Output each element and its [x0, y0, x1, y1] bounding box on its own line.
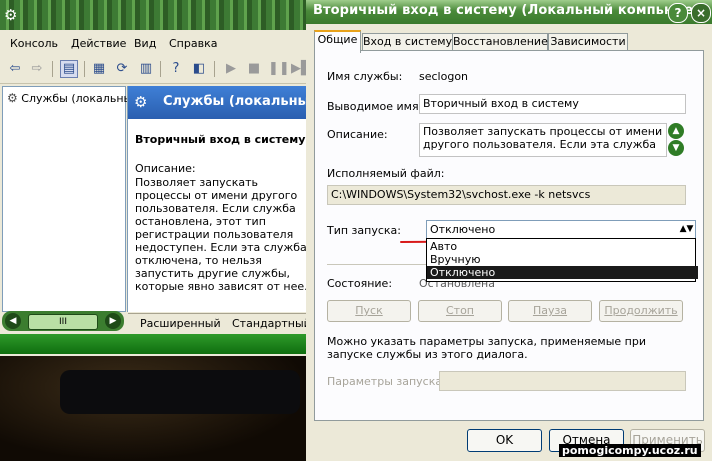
close-button[interactable]: ×: [691, 3, 711, 23]
selected-service-name: Вторичный вход в систему: [135, 133, 306, 146]
display-name-field[interactable]: Вторичный вход в систему: [419, 94, 686, 114]
startup-type-list: Авто Вручную Отключено: [426, 238, 698, 282]
start-params-hint: Можно указать параметры запуска, применя…: [327, 335, 646, 361]
scroll-right-icon[interactable]: ▶: [105, 313, 121, 329]
tab-recovery[interactable]: Восстановление: [452, 33, 548, 51]
service-name-label: Имя службы:: [327, 70, 403, 83]
forward-arrow-icon[interactable]: ⇨: [28, 60, 46, 78]
dialog-titlebar[interactable]: Вторичный вход в систему (Локальный комп…: [306, 0, 712, 24]
start-params-label: Параметры запуска:: [327, 375, 446, 388]
tab-extended[interactable]: Расширенный: [140, 317, 221, 330]
executable-path-field: C:\WINDOWS\System32\svchost.exe -k netsv…: [327, 185, 686, 205]
scroll-thumb[interactable]: III: [28, 314, 98, 330]
menu-help[interactable]: Справка: [169, 37, 217, 50]
pause-button[interactable]: Пауза: [508, 300, 592, 322]
toolbar-separator: [52, 61, 53, 77]
gear-icon: ⚙: [4, 6, 18, 24]
console-tree-pane: ⚙ Службы (локальные: [2, 86, 139, 312]
stop-icon[interactable]: ■: [245, 60, 263, 78]
dialog-title: Вторичный вход в систему (Локальный комп…: [313, 3, 712, 18]
site-watermark: pomogicompy.ucoz.ru: [559, 444, 701, 457]
services-console-window: ⚙ Консоль Действие Вид Справка ⇦ ⇨ ▤ ▦ ⟳…: [0, 0, 310, 356]
services-detail-pane: ⚙ Службы (локальные) Вторичный вход в си…: [127, 86, 310, 312]
toolbar-separator: [214, 61, 215, 77]
horizontal-scrollbar[interactable]: ◀ III ▶: [2, 311, 124, 331]
console-titlebar[interactable]: ⚙: [0, 0, 310, 30]
console-status-bar: [0, 334, 310, 354]
console-toolbar: ⇦ ⇨ ▤ ▦ ⟳ ▥ ? ◧ ▶ ■ ❚❚ ▶▌: [0, 57, 310, 84]
startup-type-select[interactable]: Отключено ▲▼: [426, 220, 696, 240]
state-label: Состояние:: [327, 277, 393, 290]
display-name-label: Выводимое имя:: [327, 100, 423, 113]
properties-icon[interactable]: ▦: [90, 60, 108, 78]
option-manual[interactable]: Вручную: [427, 253, 698, 266]
option-auto[interactable]: Авто: [427, 240, 698, 253]
ok-button[interactable]: OK: [467, 429, 542, 452]
back-arrow-icon[interactable]: ⇦: [6, 60, 24, 78]
menu-console[interactable]: Консоль: [10, 37, 58, 50]
gears-icon: ⚙: [134, 93, 148, 111]
menu-action[interactable]: Действие: [71, 37, 126, 50]
dropdown-arrow-icon[interactable]: ▲▼: [679, 222, 694, 236]
console-tree-toggle-icon[interactable]: ▤: [60, 60, 78, 78]
tab-logon[interactable]: Вход в систему: [362, 33, 453, 51]
toolbar-separator: [160, 61, 161, 77]
gears-icon: ⚙: [7, 91, 18, 105]
tab-standard[interactable]: Стандартный: [232, 317, 310, 330]
service-properties-dialog: Вторичный вход в систему (Локальный комп…: [306, 0, 712, 461]
description-field[interactable]: Позволяет запускать процессы от имени др…: [419, 123, 667, 157]
help-button[interactable]: ?: [668, 3, 688, 23]
service-name-value: seclogon: [419, 70, 469, 83]
start-button[interactable]: Пуск: [327, 300, 411, 322]
refresh-icon[interactable]: ⟳: [113, 60, 131, 78]
tab-general[interactable]: Общие: [314, 30, 361, 53]
startup-type-label: Тип запуска:: [327, 224, 401, 237]
scroll-down-icon[interactable]: ▼: [668, 140, 684, 156]
tab-dependencies[interactable]: Зависимости: [548, 33, 628, 51]
console-menubar: Консоль Действие Вид Справка: [0, 34, 310, 54]
toolbar-separator: [84, 61, 85, 77]
description-text: Позволяет запускать процессы от имени др…: [135, 176, 308, 293]
tree-item-services[interactable]: ⚙ Службы (локальные: [7, 91, 139, 105]
startup-type-value: Отключено: [430, 223, 496, 236]
stop-button[interactable]: Стоп: [418, 300, 502, 322]
tree-item-label: Службы (локальные: [21, 92, 139, 105]
general-tab-panel: Имя службы: seclogon Выводимое имя: Втор…: [314, 50, 704, 421]
menu-view[interactable]: Вид: [134, 37, 156, 50]
action-pane-icon[interactable]: ◧: [190, 60, 208, 78]
desktop-background: [0, 356, 310, 461]
detail-header-title: Службы (локальные): [163, 94, 310, 109]
export-list-icon[interactable]: ▥: [137, 60, 155, 78]
help-icon[interactable]: ?: [167, 60, 185, 78]
play-icon[interactable]: ▶: [222, 60, 240, 78]
option-disabled[interactable]: Отключено: [427, 266, 698, 279]
detail-header: ⚙ Службы (локальные): [128, 86, 310, 119]
start-params-field[interactable]: [439, 371, 686, 391]
description-label: Описание:: [135, 162, 196, 175]
scroll-up-icon[interactable]: ▲: [668, 123, 684, 139]
pause-icon[interactable]: ❚❚: [268, 60, 290, 78]
description-label: Описание:: [327, 128, 388, 141]
view-tabs: Расширенный Стандартный: [128, 313, 310, 334]
desktop-decoration: [60, 370, 300, 414]
executable-label: Исполняемый файл:: [327, 167, 445, 180]
resume-button[interactable]: Продолжить: [599, 300, 683, 322]
scroll-left-icon[interactable]: ◀: [5, 313, 21, 329]
